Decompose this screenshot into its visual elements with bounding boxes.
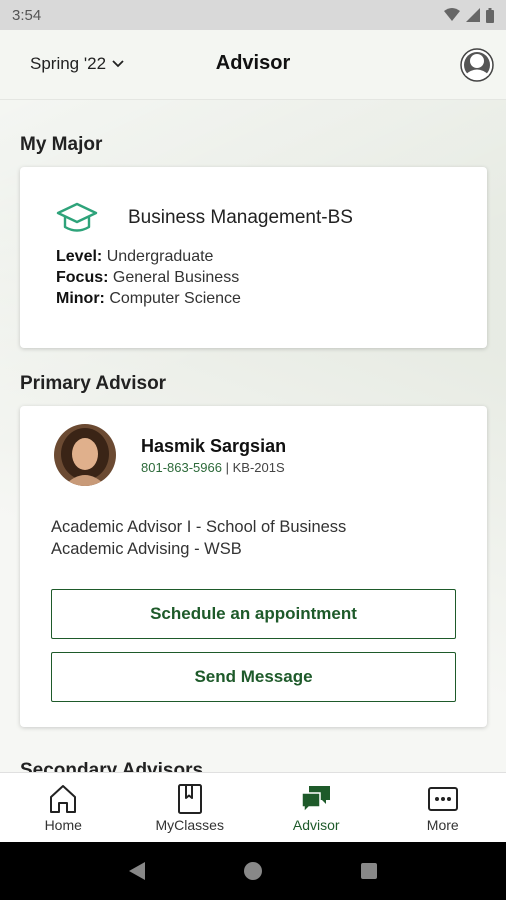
nav-more[interactable]: More [380,773,506,842]
graduation-cap-icon [56,202,98,232]
focus-value: General Business [112,269,240,286]
system-nav-bar [0,842,506,900]
nav-home-label: Home [44,817,82,833]
home-icon [50,785,77,813]
schedule-appointment-button[interactable]: Schedule an appointment [51,589,456,639]
advisor-contact: 801-863-5966 | KB-201S [141,460,285,475]
battery-icon [486,7,494,23]
major-name: Business Management-BS [128,207,353,228]
major-card: Business Management-BS Level: Undergradu… [20,167,487,348]
app-bar: Spring '22 Advisor [0,30,506,100]
advisor-name: Hasmik Sargsian [141,436,287,456]
avatar-icon [460,48,494,82]
chat-icon [301,786,331,814]
major-minor: Minor: Computer Science [56,290,241,308]
secondary-advisors-heading: Secondary Advisors [20,760,204,772]
level-value: Undergraduate [106,248,214,265]
advisor-title-line2: Academic Advising - WSB [51,540,242,558]
advisor-phone-link[interactable]: 801-863-5966 [141,460,222,475]
major-section-heading: My Major [20,134,103,155]
focus-label: Focus: [56,269,109,286]
advisor-title-line1: Academic Advisor I - School of Business [51,518,347,536]
nav-home[interactable]: Home [0,773,127,842]
status-time: 3:54 [12,6,42,24]
more-icon [427,787,458,811]
home-circle-icon[interactable] [242,860,264,882]
advisor-section-heading: Primary Advisor [20,373,167,394]
term-label: Spring '22 [30,54,107,73]
recents-icon[interactable] [359,861,379,881]
nav-more-label: More [426,817,459,833]
nav-advisor-label: Advisor [292,817,340,833]
book-icon [177,784,202,814]
advisor-portrait-image [54,424,116,486]
profile-avatar-button[interactable] [460,48,494,82]
level-label: Level: [56,248,103,265]
status-icons [444,7,494,23]
advisor-office: KB-201S [232,460,285,475]
nav-myclasses-label: MyClasses [155,817,224,833]
advisor-photo [54,424,116,486]
send-message-button[interactable]: Send Message [51,652,456,702]
major-focus: Focus: General Business [56,269,239,287]
advisor-card: Hasmik Sargsian 801-863-5966 | KB-201S A… [20,406,487,727]
nav-advisor[interactable]: Advisor [253,773,380,842]
minor-value: Computer Science [109,290,241,307]
wifi-icon [444,8,460,21]
bottom-nav: Home MyClasses Advisor More [0,772,506,842]
major-level: Level: Undergraduate [56,248,213,266]
chevron-down-icon [112,60,124,68]
back-icon[interactable] [127,860,147,882]
term-selector[interactable]: Spring '22 [30,54,124,74]
contact-separator: | [225,460,229,475]
minor-label: Minor: [56,290,105,307]
status-bar: 3:54 [0,0,506,30]
content-scroll-area[interactable]: My Major Business Management-BS Level: U… [0,100,506,772]
nav-myclasses[interactable]: MyClasses [127,773,254,842]
signal-icon [466,8,480,22]
